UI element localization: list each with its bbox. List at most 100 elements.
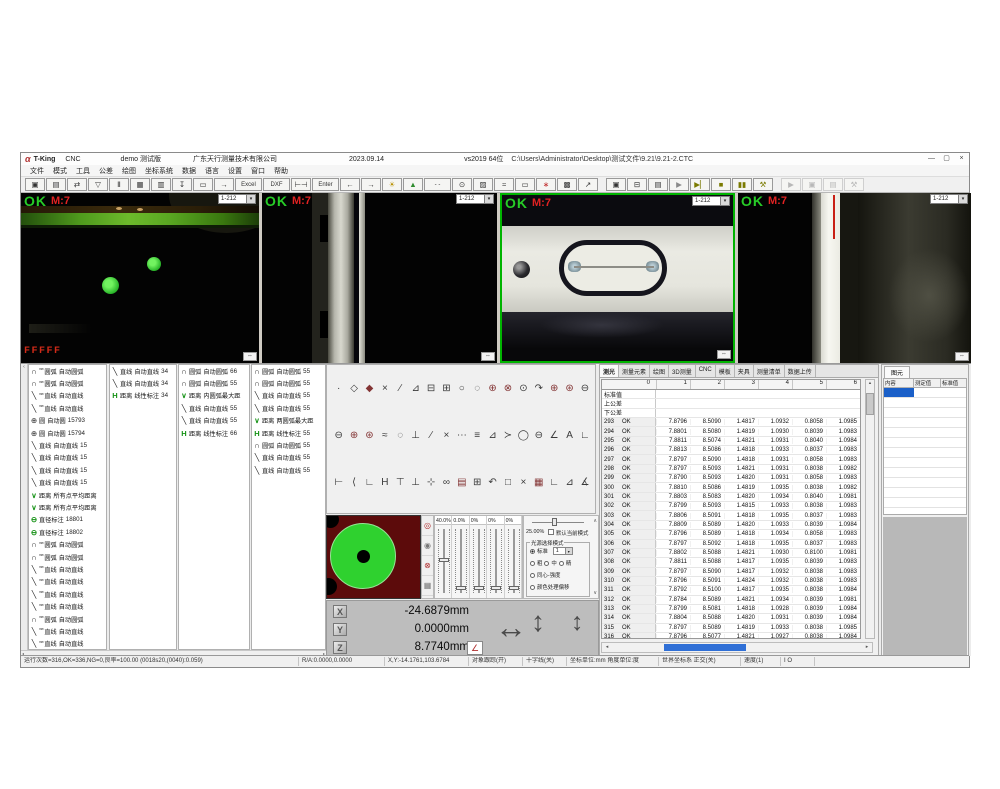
filter-button[interactable]: ▽ [88, 178, 108, 191]
resize-handle[interactable]: ⇔ [955, 352, 969, 361]
list-item[interactable]: ╲直线自动直线15 [29, 477, 106, 489]
results-hscrollbar[interactable]: ◂ ▸ [601, 642, 873, 653]
list-item[interactable]: ╲直线自动直线55 [252, 390, 325, 402]
elements-row[interactable] [884, 508, 966, 515]
list-item[interactable]: ╲***直线自动直线 [29, 638, 106, 650]
list-item[interactable]: ⊖直径标注18802 [29, 526, 106, 538]
tool-icon[interactable]: ≈ [377, 430, 392, 441]
menu-item[interactable]: 工具 [76, 166, 90, 176]
table-label-row[interactable]: 标准值 [602, 390, 860, 399]
row-header[interactable]: 293OK [602, 418, 656, 426]
tool-icon[interactable]: ∡ [577, 477, 592, 488]
tool-icon[interactable]: ⊞ [439, 383, 454, 394]
slider-thumb[interactable] [474, 586, 484, 590]
list-item[interactable]: ╲直线自动直线55 [252, 452, 325, 464]
arrow-right-button[interactable]: → [361, 178, 381, 191]
row-header[interactable]: 306OK [602, 540, 656, 548]
tool-icon[interactable]: ○ [454, 383, 469, 394]
row-header[interactable]: 309OK [602, 568, 656, 576]
tool-icon[interactable]: ⊛ [362, 430, 377, 441]
tool-icon[interactable]: ⊖ [577, 383, 592, 394]
tool-icon[interactable]: ⊖ [331, 430, 346, 441]
radio-coarse[interactable] [530, 561, 535, 566]
minimize-button[interactable]: — [924, 153, 939, 165]
list-item[interactable]: ∩圆弧自动圆弧55 [252, 365, 325, 377]
menu-item[interactable]: 窗口 [251, 166, 265, 176]
drop-button[interactable]: ↧ [172, 178, 192, 191]
light-button[interactable]: ☀ [382, 178, 402, 191]
list-item[interactable]: ╲直线自动直线15 [29, 464, 106, 476]
tool-disabled-button[interactable]: ⚒ [844, 178, 864, 191]
hscroll-right-icon[interactable]: ▸ [862, 643, 872, 652]
tool-icon[interactable]: ⊛ [562, 383, 577, 394]
column-header[interactable]: 4 [758, 380, 792, 389]
column-header[interactable]: 3 [724, 380, 758, 389]
tab-6[interactable]: 模板 [716, 365, 735, 377]
tool-icon[interactable]: ▤ [454, 477, 469, 488]
tool-icon[interactable]: ∕ [423, 430, 438, 441]
list-item[interactable]: ∨距离内圆弧最大距 [179, 390, 249, 402]
zoom-slider-thumb[interactable] [552, 518, 557, 526]
table-row[interactable]: 293OK7.87968.50901.48171.09320.80581.098… [602, 418, 860, 427]
table-row[interactable]: 304OK7.88098.50891.48201.09330.80391.098… [602, 521, 860, 530]
list-item[interactable]: H距离线性标注34 [110, 390, 176, 402]
radio-concentric[interactable] [530, 573, 535, 578]
blank2-button[interactable]: ▭ [515, 178, 535, 191]
matrix-button[interactable]: ▩ [557, 178, 577, 191]
tool-icon[interactable]: ≡ [470, 430, 485, 441]
save-button[interactable]: ▣ [25, 178, 45, 191]
row-header[interactable]: 299OK [602, 474, 656, 482]
list-item[interactable]: ∩***圆弧自动圆弧 [29, 365, 106, 377]
row-header[interactable]: 301OK [602, 493, 656, 501]
elements-row[interactable] [884, 388, 966, 398]
list-item[interactable]: ╲直线自动直线34 [110, 365, 176, 377]
play-button[interactable]: ▶ [669, 178, 689, 191]
camera-view-4[interactable]: OK M:7 1-212▾ ⇔ [738, 193, 971, 363]
tool-icon[interactable]: × [439, 430, 454, 441]
table-row[interactable]: 307OK7.88028.50881.48211.09300.81001.098… [602, 549, 860, 558]
tool-icon[interactable]: ⊗ [500, 383, 515, 394]
row-header[interactable]: 296OK [602, 446, 656, 454]
tool-icon[interactable]: ⊖ [531, 430, 546, 441]
resize-handle[interactable]: ⇔ [717, 350, 731, 359]
table-row[interactable]: 298OK7.87978.50931.48211.09310.80381.098… [602, 465, 860, 474]
elements-row[interactable] [884, 428, 966, 438]
play-disabled-button[interactable]: ▶ [781, 178, 801, 191]
tool-icon[interactable]: ⊕ [546, 383, 561, 394]
table-row[interactable]: 301OK7.88038.50831.48201.09340.80401.098… [602, 493, 860, 502]
tool-icon[interactable]: ⊟ [423, 383, 438, 394]
hscroll-thumb[interactable] [664, 644, 746, 651]
row-header[interactable]: 314OK [602, 614, 656, 622]
list-item[interactable]: ∩***圆弧自动圆弧 [29, 377, 106, 389]
list-item[interactable]: ∩***圆弧自动圆弧 [29, 551, 106, 563]
table-row[interactable]: 295OK7.88118.50741.48211.09310.80401.098… [602, 437, 860, 446]
list-scrollbar[interactable]: ‹ [21, 364, 28, 650]
light-mode-icon[interactable]: ◉ [422, 536, 433, 556]
tool-icon[interactable]: ⊤ [393, 477, 408, 488]
tab-4[interactable]: 3D测量 [669, 365, 696, 377]
menu-item[interactable]: 帮助 [274, 166, 288, 176]
menu-item[interactable]: 设置 [228, 166, 242, 176]
elements-row[interactable] [884, 398, 966, 408]
list-item[interactable]: ╲***直线自动直线 [29, 588, 106, 600]
list-item[interactable]: ∩***圆弧自动圆弧 [29, 538, 106, 550]
x-axis-icon[interactable]: X [333, 605, 347, 618]
tool-icon[interactable]: × [516, 477, 531, 488]
radio-color[interactable] [530, 585, 535, 590]
column-header[interactable]: 5 [792, 380, 826, 389]
slider-thumb[interactable] [456, 586, 466, 590]
tab-1[interactable]: 测光 [600, 365, 619, 377]
scroll-down-icon[interactable]: ∨ [593, 590, 597, 596]
tool-icon[interactable]: A [562, 430, 577, 441]
list-item[interactable]: ⊖直径标注18801 [29, 514, 106, 526]
tab-2[interactable]: 测量元素 [619, 365, 650, 377]
tab-7[interactable]: 夹具 [735, 365, 754, 377]
tool-icon[interactable]: ▦ [531, 477, 546, 488]
elements-row[interactable] [884, 408, 966, 418]
list-item[interactable]: ∩圆弧自动圆弧55 [252, 377, 325, 389]
scroll-up-icon[interactable]: ∧ [593, 518, 597, 524]
list-item[interactable]: ∩***圆弧自动圆弧 [29, 613, 106, 625]
row-header[interactable]: 295OK [602, 437, 656, 445]
elements-row[interactable] [884, 468, 966, 478]
menu-item[interactable]: 模式 [53, 166, 67, 176]
